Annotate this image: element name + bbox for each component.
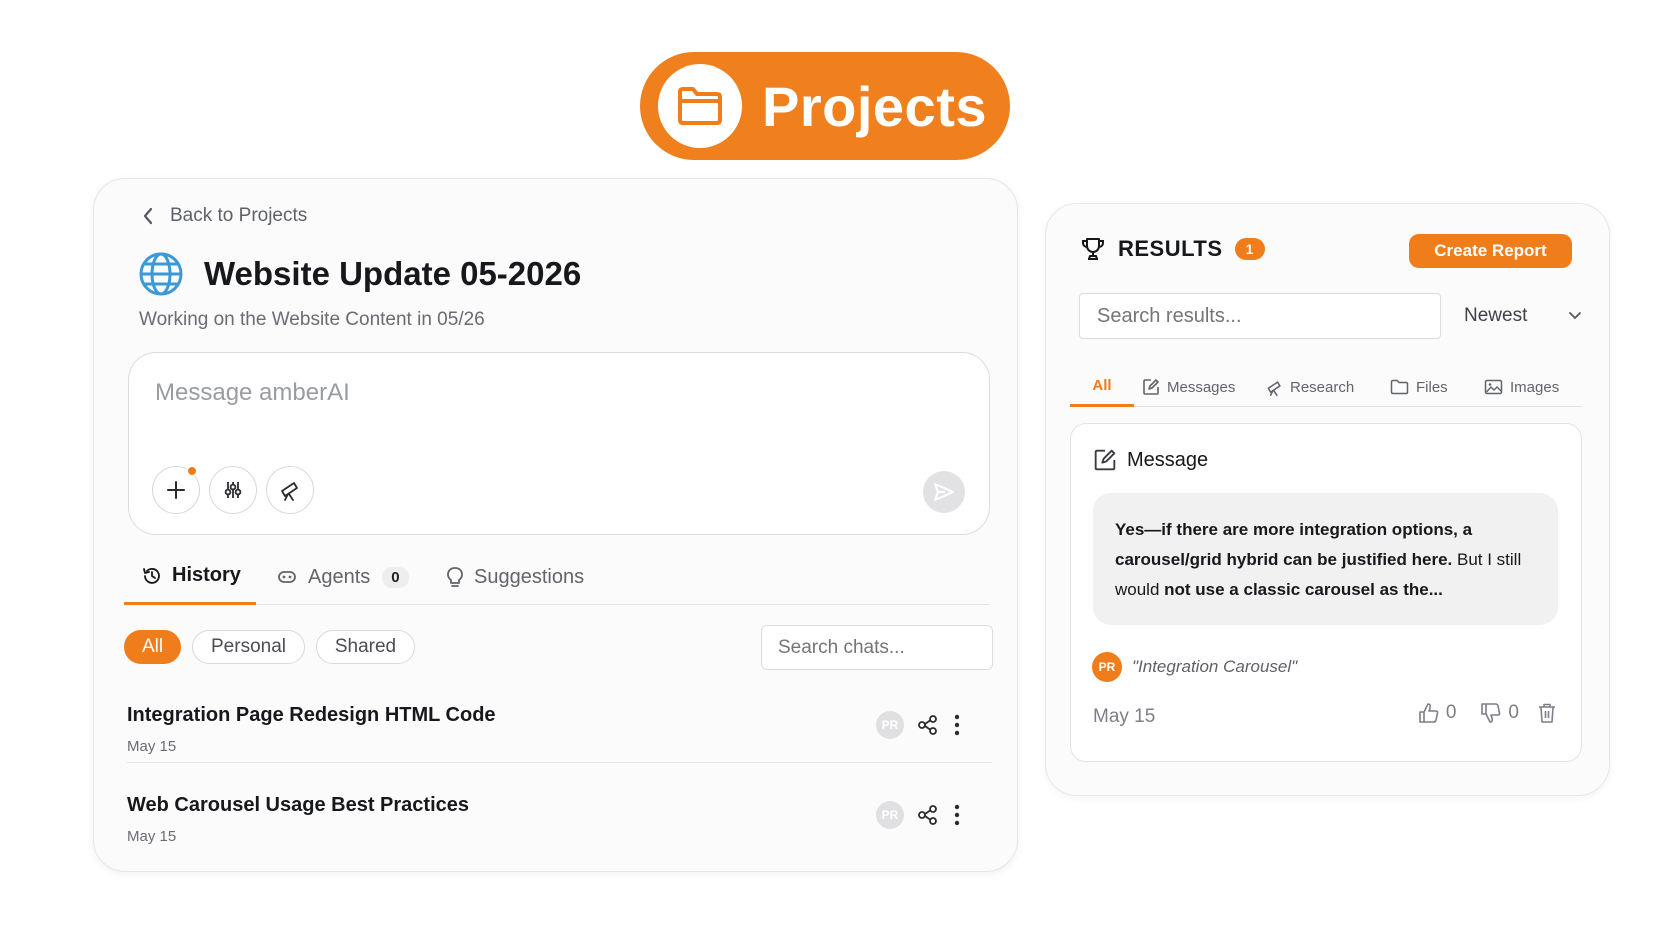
project-subtitle: Working on the Website Content in 05/26 (139, 309, 485, 330)
results-panel: RESULTS 1 Create Report Newest All Messa… (1045, 203, 1610, 796)
sort-dropdown[interactable]: Newest (1464, 293, 1582, 339)
dislike-button[interactable]: 0 (1480, 702, 1519, 724)
results-tab-images-label: Images (1510, 378, 1560, 396)
results-count-badge: 1 (1234, 238, 1265, 260)
results-tab-messages-label: Messages (1167, 378, 1236, 396)
tab-suggestions-label: Suggestions (474, 565, 585, 588)
result-card-header: Message (1093, 448, 1208, 472)
tab-history-label: History (172, 564, 241, 586)
agent-icon (276, 568, 298, 586)
message-text-bold-2: not use a classic carousel as the... (1164, 580, 1443, 599)
results-tab-all[interactable]: All (1070, 367, 1134, 407)
lightbulb-icon (446, 566, 464, 588)
results-header: RESULTS 1 (1080, 236, 1265, 262)
chevron-left-icon (142, 207, 154, 225)
results-tabs: All Messages Research Files Images (1070, 367, 1582, 407)
source-quote: "Integration Carousel" (1132, 657, 1298, 676)
result-message-card[interactable]: Message Yes—if there are more integratio… (1070, 423, 1582, 762)
chat-row[interactable]: Integration Page Redesign HTML Code May … (127, 700, 992, 782)
project-tabs: History Agents 0 Suggestions (124, 549, 990, 605)
search-chats-input[interactable] (761, 625, 993, 670)
message-input[interactable]: Message amberAI (155, 379, 350, 407)
results-tab-images[interactable]: Images (1484, 367, 1559, 407)
folder-icon (1390, 379, 1409, 395)
agents-count-badge: 0 (382, 566, 409, 588)
result-date: May 15 (1093, 706, 1156, 727)
filter-personal[interactable]: Personal (192, 630, 305, 664)
tab-suggestions[interactable]: Suggestions (446, 549, 584, 605)
globe-icon (138, 251, 184, 297)
history-icon (142, 566, 162, 586)
send-button[interactable] (923, 471, 965, 513)
sort-label: Newest (1464, 305, 1528, 326)
results-label: RESULTS (1118, 236, 1223, 261)
trash-icon (1537, 702, 1557, 724)
message-composer[interactable]: Message amberAI (128, 352, 990, 535)
project-header: Website Update 05-2026 (138, 251, 581, 297)
chat-row[interactable]: Web Carousel Usage Best Practices May 15… (127, 790, 992, 872)
chat-title: Web Carousel Usage Best Practices (127, 794, 470, 816)
research-button[interactable] (266, 466, 314, 514)
avatar: PR (876, 711, 904, 739)
chat-title: Integration Page Redesign HTML Code (127, 704, 496, 726)
project-panel: Back to Projects Website Update 05-2026 … (93, 178, 1018, 872)
tab-agents-label: Agents (308, 565, 371, 588)
message-preview: Yes—if there are more integration option… (1093, 493, 1558, 625)
chat-date: May 15 (127, 738, 177, 755)
filter-all[interactable]: All (124, 630, 181, 664)
tab-history[interactable]: History (124, 549, 256, 605)
filter-shared[interactable]: Shared (316, 630, 415, 664)
add-button[interactable] (152, 465, 200, 514)
source-reference[interactable]: PR "Integration Carousel" (1092, 652, 1297, 682)
results-tab-messages[interactable]: Messages (1142, 367, 1235, 407)
chat-date: May 15 (127, 828, 177, 845)
back-label: Back to Projects (170, 205, 308, 226)
hero-title: Projects (762, 74, 987, 138)
plus-icon (166, 480, 186, 500)
avatar: PR (1092, 652, 1122, 682)
send-icon (932, 480, 956, 504)
folder-icon-circle (658, 64, 742, 148)
settings-sliders-button[interactable] (209, 466, 257, 514)
like-count: 0 (1445, 702, 1457, 723)
avatar: PR (876, 801, 904, 829)
edit-icon (1142, 378, 1160, 396)
dislike-count: 0 (1508, 702, 1519, 723)
tab-agents[interactable]: Agents 0 (276, 549, 409, 605)
telescope-icon (279, 479, 301, 501)
delete-button[interactable] (1537, 702, 1557, 724)
edit-icon (1093, 448, 1117, 472)
folder-icon (676, 86, 724, 126)
image-icon (1484, 379, 1503, 395)
results-tab-research[interactable]: Research (1266, 367, 1354, 407)
message-text-bold-1: Yes—if there are more integration option… (1115, 520, 1473, 569)
create-report-button[interactable]: Create Report (1409, 234, 1572, 268)
divider (127, 762, 992, 763)
notification-dot (186, 465, 198, 477)
share-icon[interactable] (917, 804, 939, 826)
more-vertical-icon[interactable] (952, 803, 962, 827)
thumbs-up-icon (1418, 702, 1440, 724)
results-tab-files[interactable]: Files (1390, 367, 1448, 407)
thumbs-down-icon (1480, 702, 1502, 724)
like-button[interactable]: 0 (1418, 702, 1457, 724)
projects-hero-badge: Projects (640, 52, 1010, 160)
telescope-icon (1266, 379, 1283, 396)
result-card-label: Message (1127, 448, 1209, 471)
sliders-icon (223, 480, 243, 500)
result-actions: 0 0 (1418, 702, 1557, 724)
results-tab-files-label: Files (1416, 378, 1448, 396)
back-to-projects-link[interactable]: Back to Projects (142, 205, 307, 227)
chevron-down-icon (1568, 311, 1582, 321)
results-tab-research-label: Research (1290, 378, 1355, 396)
trophy-icon (1080, 236, 1106, 262)
share-icon[interactable] (917, 714, 939, 736)
project-title: Website Update 05-2026 (204, 255, 582, 292)
search-results-input[interactable] (1079, 293, 1441, 339)
more-vertical-icon[interactable] (952, 713, 962, 737)
